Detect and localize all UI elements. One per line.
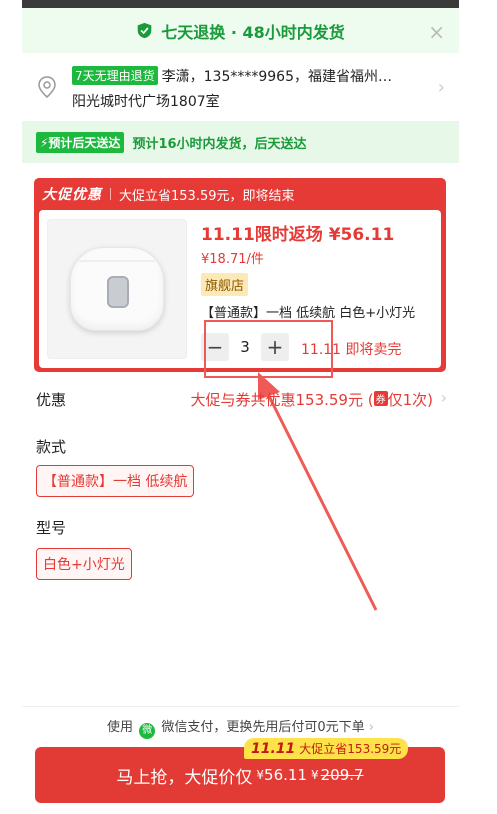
footer-divider [22, 706, 459, 707]
style-option[interactable]: 【普通款】一档 低续航 [36, 465, 195, 497]
chevron-right-icon: › [440, 388, 447, 407]
model-option[interactable]: 白色+小灯光 [36, 548, 132, 580]
style-title: 款式 [36, 438, 67, 456]
discount-value: 大促与券共优惠153.59元 (券仅1次) [190, 391, 433, 409]
discount-label: 优惠 [36, 391, 67, 409]
coupon-icon: 券 [373, 391, 388, 406]
discount-row[interactable]: 优惠 大促与券共优惠153.59元 (券仅1次) › [22, 380, 459, 418]
payment-text: 微信支付，更换先用后付可0元下单 [161, 720, 365, 735]
wechat-pay-icon: 微 [139, 723, 156, 739]
original-price: 209.7 [320, 766, 364, 784]
checkout-sheet: 七天退换 · 48小时内发货 × 7天无理由退货 李潇，135****9965，福… [22, 0, 459, 814]
chevron-right-icon: › [368, 720, 374, 735]
promo-save-tag: 11.11 大促立省153.59元 [244, 738, 409, 759]
payment-method-line[interactable]: 使用 微 微信支付，更换先用后付可0元下单 › [22, 716, 459, 739]
model-title: 型号 [36, 519, 67, 537]
